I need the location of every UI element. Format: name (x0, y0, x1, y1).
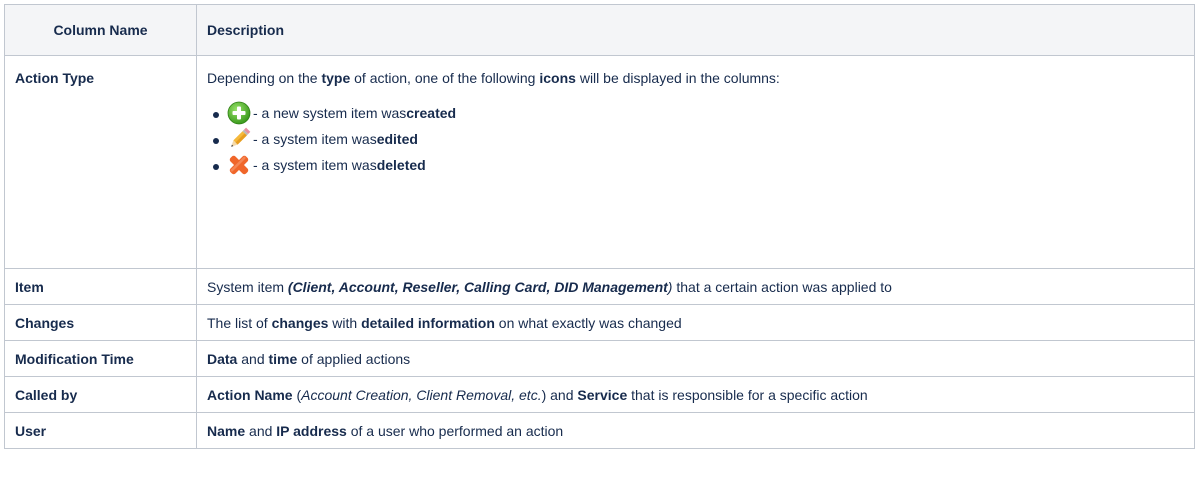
intro-text-1: Depending on the (207, 70, 322, 86)
header-description: Description (196, 4, 1195, 56)
row-desc-user: Name and IP address of a user who perfor… (196, 412, 1195, 449)
calledby-bold-2: Service (577, 386, 628, 403)
table-row-changes: Changes The list of changes with detaile… (4, 304, 1195, 341)
table-row-called-by: Called by Action Name (Account Creation,… (4, 376, 1195, 413)
modtime-bold-1: Data (207, 350, 238, 367)
changes-text-3: on what exactly was changed (494, 314, 682, 331)
changes-bold-2: detailed information (361, 314, 495, 331)
pencil-icon (227, 127, 251, 151)
changes-bold-1: changes (271, 314, 329, 331)
row-desc-item: System item (Client, Account, Reseller, … (196, 268, 1195, 305)
cross-icon (227, 153, 251, 177)
edited-bold: edited (376, 131, 418, 147)
row-name-action-type: Action Type (4, 55, 197, 269)
user-bold-2: IP address (276, 422, 347, 439)
edited-text: - a system item was (253, 131, 377, 147)
user-text-2: of a user who performed an action (346, 422, 564, 439)
intro-text-2: of action, one of the following (350, 70, 540, 86)
row-desc-changes: The list of changes with detailed inform… (196, 304, 1195, 341)
modtime-text-1: and (237, 350, 269, 367)
list-item-edited: - a system item was edited (213, 126, 1184, 152)
row-name-user: User (4, 412, 197, 449)
action-type-intro: Depending on the type of action, one of … (207, 68, 1184, 88)
deleted-bold: deleted (376, 157, 426, 173)
calledby-text-1: ( (292, 386, 302, 403)
user-text-1: and (245, 422, 277, 439)
table-row-modification-time: Modification Time Data and time of appli… (4, 340, 1195, 377)
calledby-text-2: ) and (541, 386, 578, 403)
row-desc-action-type: Depending on the type of action, one of … (196, 55, 1195, 269)
changes-text-2: with (328, 314, 362, 331)
changes-text-1: The list of (207, 314, 272, 331)
row-desc-called-by: Action Name (Account Creation, Client Re… (196, 376, 1195, 413)
column-description-table: Column Name Description Action Type Depe… (4, 4, 1195, 449)
calledby-bold-1: Action Name (207, 386, 293, 403)
created-text: - a new system item was (253, 105, 407, 121)
table-header-row: Column Name Description (4, 4, 1195, 56)
user-bold-1: Name (207, 422, 246, 439)
item-bold-italic: (Client, Account, Reseller, Calling Card… (287, 278, 668, 295)
item-text-1: System item (207, 278, 288, 295)
modtime-bold-2: time (268, 350, 298, 367)
calledby-text-3: that is responsible for a specific actio… (627, 386, 868, 403)
plus-circle-icon (227, 101, 251, 125)
table-row-user: User Name and IP address of a user who p… (4, 412, 1195, 449)
action-icon-list: - a new system item was created - a syst… (207, 100, 1184, 178)
intro-bold-icons: icons (539, 70, 576, 86)
header-column-name: Column Name (4, 4, 197, 56)
table-row-action-type: Action Type Depending on the type of act… (4, 55, 1195, 269)
item-text-2: that a certain action was applied to (672, 278, 892, 295)
row-name-modification-time: Modification Time (4, 340, 197, 377)
intro-bold-type: type (321, 70, 351, 86)
row-desc-modification-time: Data and time of applied actions (196, 340, 1195, 377)
modtime-text-2: of applied actions (297, 350, 411, 367)
intro-text-3: will be displayed in the columns: (575, 70, 780, 86)
list-item-deleted: - a system item was deleted (213, 152, 1184, 178)
calledby-italic: Account Creation, Client Removal, etc. (301, 386, 542, 403)
table-row-item: Item System item (Client, Account, Resel… (4, 268, 1195, 305)
row-name-item: Item (4, 268, 197, 305)
row-name-called-by: Called by (4, 376, 197, 413)
created-bold: created (406, 105, 457, 121)
deleted-text: - a system item was (253, 157, 377, 173)
list-item-created: - a new system item was created (213, 100, 1184, 126)
row-name-changes: Changes (4, 304, 197, 341)
